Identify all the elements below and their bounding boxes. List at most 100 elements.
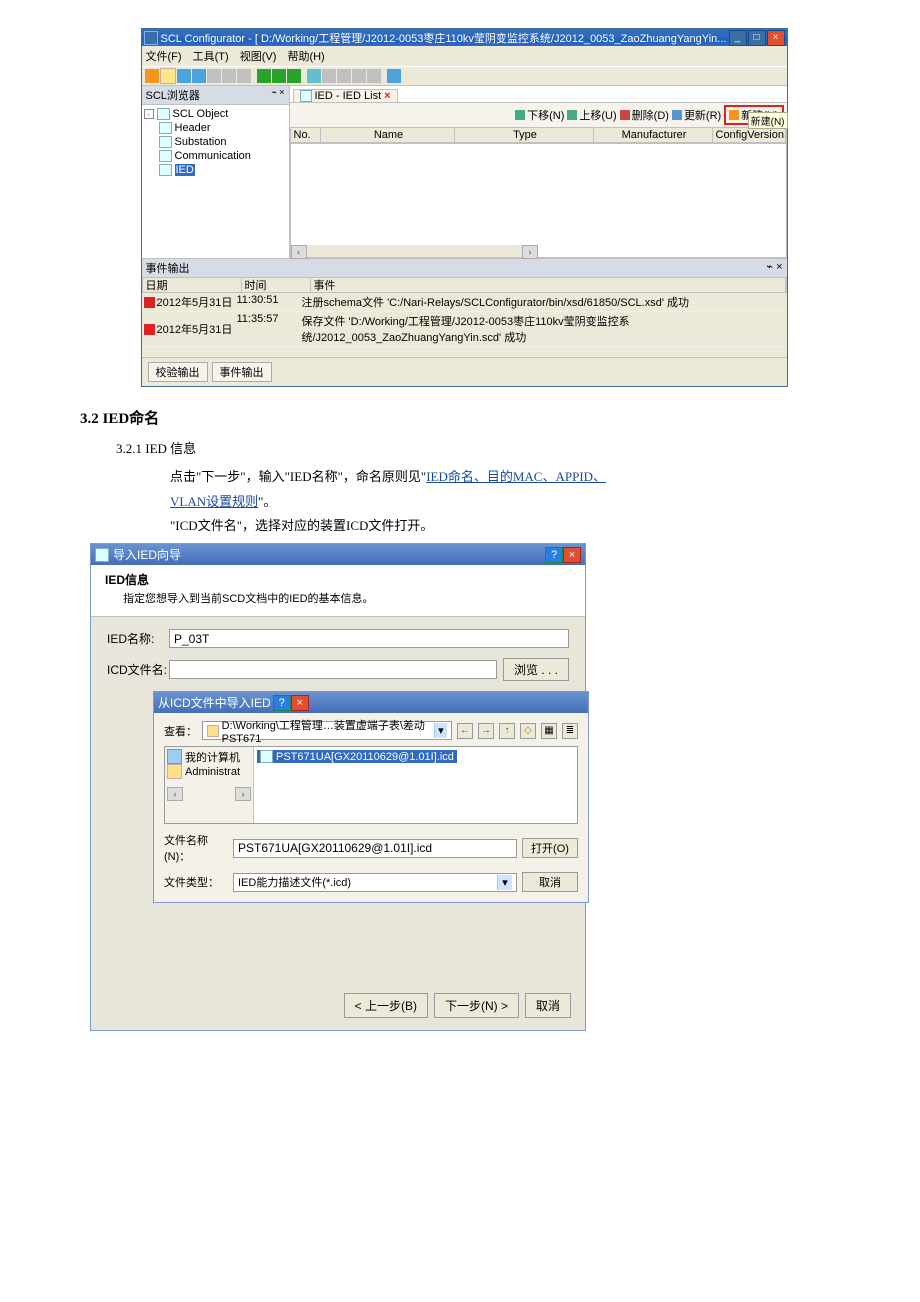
file-list[interactable]: PST671UA[GX20110629@1.01I].icd [254,747,577,823]
delete-button[interactable]: 删除(D) [620,105,669,125]
place-administrator[interactable]: Administrat [167,764,251,779]
minimize-button[interactable]: _ [729,30,747,46]
tab-ied-list[interactable]: IED - IED List × [293,89,398,102]
events-col-event[interactable]: 事件 [311,278,786,292]
toolbar-icon[interactable] [237,69,251,83]
file-dialog-titlebar[interactable]: 从ICD文件中导入IED ? × [154,692,588,713]
scroll-right-icon[interactable]: › [235,787,251,801]
wizard-titlebar[interactable]: 导入IED向导 ? × [91,544,585,565]
toolbar-icon[interactable] [160,68,176,84]
move-up-button[interactable]: 上移(U) [567,105,616,125]
scroll-right-icon[interactable]: › [522,245,538,259]
input-file-name[interactable]: PST671UA[GX20110629@1.01I].icd [233,839,517,858]
toolbar-icon[interactable] [337,69,351,83]
col-name[interactable]: Name [321,128,455,142]
toolbar-icon[interactable] [192,69,206,83]
col-manufacturer[interactable]: Manufacturer [594,128,713,142]
down-icon [515,110,525,120]
nav-up-button[interactable]: ↑ [499,723,515,739]
tab-verify[interactable]: 校验输出 [148,362,208,382]
tree-root[interactable]: SCL Object [173,108,229,120]
toolbar-icon[interactable] [272,69,286,83]
toolbar-icon[interactable] [352,69,366,83]
toolbar-icon[interactable] [307,69,321,83]
tab-close-icon[interactable]: × [384,90,390,102]
app-icon [144,31,158,45]
close-button[interactable]: × [563,547,581,563]
link-vlan-rules[interactable]: VLAN设置规则 [170,494,258,509]
help-button[interactable]: ? [545,547,563,563]
view-list-button[interactable]: ≣ [562,723,578,739]
events-pin[interactable]: ⌁ × [766,260,782,276]
input-ied-name[interactable]: P_03T [169,629,569,648]
tree-header[interactable]: Header [175,122,211,134]
help-button[interactable]: ? [273,695,291,711]
toolbar-icon[interactable] [145,69,159,83]
next-button[interactable]: 下一步(N) > [434,993,519,1018]
input-icd-file[interactable] [169,660,497,679]
cancel-button[interactable]: 取消 [525,993,571,1018]
events-col-date[interactable]: 日期 [143,278,242,292]
chevron-down-icon[interactable]: ▾ [497,875,512,890]
folder-icon [167,764,182,779]
look-in-combo[interactable]: D:\Working\工程管理…装置虚端子表\差动PST671 ▾ [202,721,452,740]
toolbar-icon[interactable] [207,69,221,83]
menu-view[interactable]: 视图(V) [240,51,277,63]
collapse-icon[interactable]: - [144,109,154,119]
new-folder-button[interactable]: ◇ [520,723,536,739]
events-panel: 事件输出⌁ × 日期 时间 事件 2012年5月31日 11:30:51 注册s… [142,258,787,357]
events-col-time[interactable]: 时间 [242,278,311,292]
tab-event[interactable]: 事件输出 [212,362,272,382]
prev-button[interactable]: < 上一步(B) [344,993,428,1018]
move-down-button[interactable]: 下移(N) [515,105,564,125]
event-row: 2012年5月31日 11:30:51 注册schema文件 'C:/Nari-… [142,293,787,312]
titlebar[interactable]: SCL Configurator - [ D:/Working/工程管理/J20… [142,29,787,46]
select-file-type[interactable]: IED能力描述文件(*.icd) ▾ [233,873,517,892]
toolbar-icon[interactable] [222,69,236,83]
update-button[interactable]: 更新(R) [672,105,721,125]
delete-icon [620,110,630,120]
menu-tool[interactable]: 工具(T) [193,51,229,63]
node-icon [159,122,172,134]
toolbar-icon[interactable] [367,69,381,83]
col-type[interactable]: Type [455,128,594,142]
place-my-computer[interactable]: 我的计算机 [167,749,251,764]
menu-help[interactable]: 帮助(H) [287,51,324,63]
cancel-button[interactable]: 取消 [522,872,578,892]
view-grid-button[interactable]: ▦ [541,723,557,739]
tree-ied[interactable]: IED [175,164,195,176]
col-configversion[interactable]: ConfigVersion [713,128,786,142]
paragraph: VLAN设置规则"。 [170,490,848,515]
maximize-button[interactable]: □ [748,30,766,46]
toolbar-icon[interactable] [177,69,191,83]
list-header: No. Name Type Manufacturer ConfigVersion [290,127,787,143]
scroll-left-icon[interactable]: ‹ [291,245,307,259]
nav-forward-button[interactable]: → [478,723,494,739]
menu-file[interactable]: 文件(F) [146,51,182,63]
toolbar-icon[interactable] [287,69,301,83]
open-button[interactable]: 打开(O) [522,838,578,858]
horizontal-scrollbar[interactable]: ‹ › [291,245,539,257]
browse-button[interactable]: 浏览 . . . [503,658,569,681]
nav-back-button[interactable]: ← [457,723,473,739]
panel-pin[interactable]: ⌁ × [271,87,284,103]
info-heading: IED信息 [105,571,571,588]
toolbar-icon[interactable] [387,69,401,83]
label-icd-file: ICD文件名: [107,661,169,678]
tree-communication[interactable]: Communication [175,150,251,162]
close-button[interactable]: × [291,695,309,711]
close-button[interactable]: × [767,30,785,46]
folder-icon [207,725,219,737]
sidebar-scroll[interactable]: ‹ › [167,787,251,801]
scroll-left-icon[interactable]: ‹ [167,787,183,801]
node-icon [159,136,172,148]
file-item[interactable]: PST671UA[GX20110629@1.01I].icd [257,750,457,763]
toolbar-icon[interactable] [322,69,336,83]
toolbar-icon[interactable] [257,69,271,83]
chevron-down-icon[interactable]: ▾ [434,723,447,738]
tree-substation[interactable]: Substation [175,136,227,148]
col-no[interactable]: No. [291,128,321,142]
wizard-title: 导入IED向导 [113,546,181,563]
link-naming-rules[interactable]: IED命名、目的MAC、APPID、 [426,469,606,484]
file-open-dialog: 从ICD文件中导入IED ? × 查看： D:\Working\工程管理…装置虚… [153,691,589,903]
